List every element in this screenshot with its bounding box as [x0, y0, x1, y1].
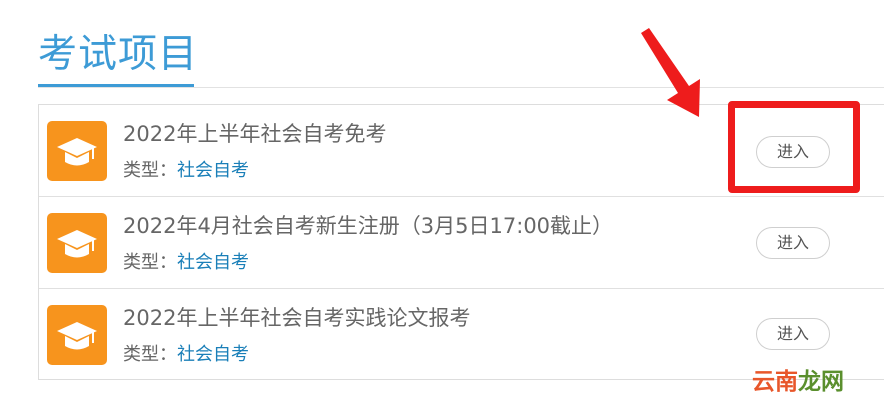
annotation-arrow-icon	[641, 28, 700, 117]
watermark-part: 云南	[752, 369, 798, 395]
watermark: 云南龙网	[752, 367, 844, 397]
watermark-part: 龙网	[798, 369, 844, 395]
